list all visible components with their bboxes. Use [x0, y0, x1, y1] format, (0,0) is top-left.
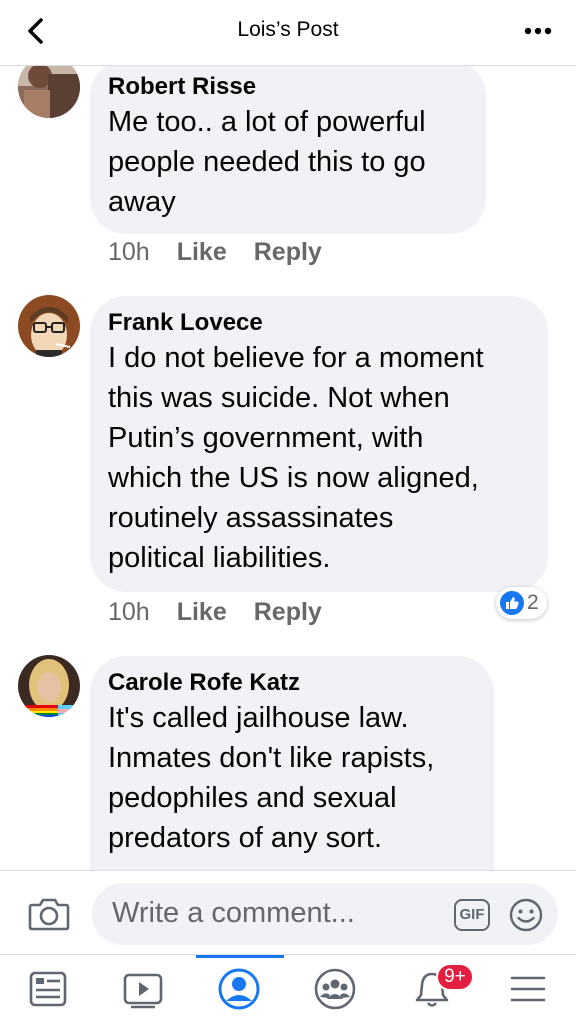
comment-line: people needed this to go	[108, 146, 426, 178]
tab-groups[interactable]	[313, 967, 357, 1011]
comment-text: Me too.. a lot of powerful people needed…	[108, 102, 466, 222]
comment-meta: 10h Like Reply	[108, 598, 322, 627]
tab-profile[interactable]	[217, 967, 261, 1011]
comment-line: away	[108, 186, 176, 218]
avatar[interactable]	[18, 655, 80, 717]
thumbs-up-icon	[500, 591, 524, 615]
comment-text: It's called jailhouse law. Inmates don't…	[108, 698, 474, 858]
groups-icon	[314, 968, 356, 1010]
comment-bubble[interactable]: Robert Risse Me too.. a lot of powerful …	[90, 60, 486, 234]
menu-icon	[510, 976, 546, 1002]
camera-icon[interactable]	[28, 893, 70, 933]
reply-button[interactable]: Reply	[254, 598, 322, 627]
comment-bubble[interactable]: Carole Rofe Katz It's called jailhouse l…	[90, 656, 494, 870]
more-horizontal-icon[interactable]	[522, 16, 554, 46]
bottom-tab-bar: 9+	[0, 954, 576, 1024]
comment-input[interactable]: Write a comment... GIF	[92, 883, 558, 945]
comments-list: Robert Risse Me too.. a lot of powerful …	[0, 0, 576, 870]
like-button[interactable]: Like	[177, 238, 227, 267]
comment-composer: Write a comment... GIF	[0, 870, 576, 954]
gif-button[interactable]: GIF	[454, 899, 490, 931]
news-feed-icon	[29, 971, 67, 1007]
profile-icon	[218, 968, 260, 1010]
comment-line: which the US is now aligned,	[108, 462, 479, 494]
comment-line: political liabilities.	[108, 542, 331, 574]
comment-line: I do not believe for a moment	[108, 342, 484, 374]
comment-meta: 10h Like Reply	[108, 238, 322, 267]
comment-line: It's called jailhouse law.	[108, 702, 409, 734]
reply-button[interactable]: Reply	[254, 238, 322, 267]
comment-line: routinely assassinates	[108, 502, 394, 534]
comment-line: pedophiles and sexual	[108, 782, 397, 814]
reaction-count-badge[interactable]: 2	[496, 587, 547, 619]
comment-author[interactable]: Carole Rofe Katz	[108, 668, 474, 698]
tab-menu[interactable]	[506, 967, 550, 1011]
comment-line: Me too.. a lot of powerful	[108, 106, 426, 138]
comment-time: 10h	[108, 598, 150, 626]
page-title: Lois’s Post	[237, 18, 339, 41]
comment-line: Inmates don't like rapists,	[108, 742, 435, 774]
comment-time: 10h	[108, 238, 150, 266]
reaction-count: 2	[527, 591, 539, 614]
video-play-icon	[123, 973, 163, 1009]
notification-badge: 9+	[436, 963, 474, 991]
tab-news-feed[interactable]	[26, 967, 70, 1011]
comment-text: I do not believe for a moment this was s…	[108, 338, 528, 578]
comment-input-placeholder[interactable]: Write a comment...	[112, 897, 355, 930]
comment-line: this was suicide. Not when	[108, 382, 450, 414]
comment-bubble[interactable]: Frank Lovece I do not believe for a mome…	[90, 296, 548, 592]
tab-watch[interactable]	[121, 967, 165, 1011]
avatar[interactable]	[18, 295, 80, 357]
comment-line: Putin’s government, with	[108, 422, 424, 454]
comment-line: predators of any sort.	[108, 822, 383, 854]
post-header: Lois’s Post	[0, 0, 576, 66]
active-tab-indicator	[196, 955, 284, 958]
emoji-icon[interactable]	[508, 897, 544, 933]
like-button[interactable]: Like	[177, 598, 227, 627]
comment-author[interactable]: Robert Risse	[108, 72, 466, 102]
comment-author[interactable]: Frank Lovece	[108, 308, 528, 338]
